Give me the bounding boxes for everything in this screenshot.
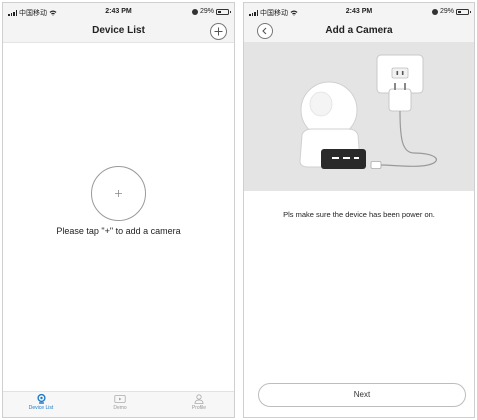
tab-label: Device List (28, 405, 54, 411)
battery-indicator: 29% (431, 8, 471, 15)
page-title: Add a Camera (325, 25, 393, 36)
empty-state-hint: Please tap "+" to add a camera (56, 226, 181, 236)
battery-indicator: 29% (191, 8, 231, 15)
battery-percent: 29% (439, 8, 454, 15)
tab-label: Profile (191, 405, 207, 411)
next-button[interactable]: Next (258, 383, 466, 407)
tab-profile[interactable]: Profile (169, 394, 229, 416)
tab-label: Demo (113, 405, 127, 411)
camera-plugged-in-illustration (299, 54, 438, 169)
tab-device-list[interactable]: Device List (11, 394, 71, 416)
alarm-icon (431, 8, 438, 15)
power-on-instruction: Pls make sure the device has been power … (283, 210, 435, 219)
add-camera-circle-button[interactable] (91, 166, 146, 221)
camera-power-illustration (244, 43, 474, 191)
device-list-screen: 中国移动 2:43 PM 29% Device List Please tap … (2, 2, 235, 418)
plus-icon (115, 190, 122, 197)
plus-icon (214, 27, 223, 36)
nav-bar: Device List (3, 21, 234, 43)
add-camera-screen: 中国移动 2:43 PM 29% Add a Camera Pls make s… (243, 2, 475, 418)
alarm-icon (191, 8, 198, 15)
battery-icon (456, 8, 471, 15)
person-icon (194, 394, 204, 404)
tab-bar: Device List Demo Profile (3, 391, 234, 417)
status-bar: 中国移动 2:43 PM 29% (244, 3, 474, 21)
add-device-button[interactable] (210, 23, 227, 40)
page-title: Device List (92, 25, 145, 36)
battery-icon (216, 8, 231, 15)
nav-bar: Add a Camera (244, 21, 474, 43)
tab-demo[interactable]: Demo (90, 394, 150, 416)
camera-icon (36, 394, 46, 404)
status-bar: 中国移动 2:43 PM 29% (3, 3, 234, 21)
battery-percent: 29% (199, 8, 214, 15)
video-icon (114, 395, 126, 403)
